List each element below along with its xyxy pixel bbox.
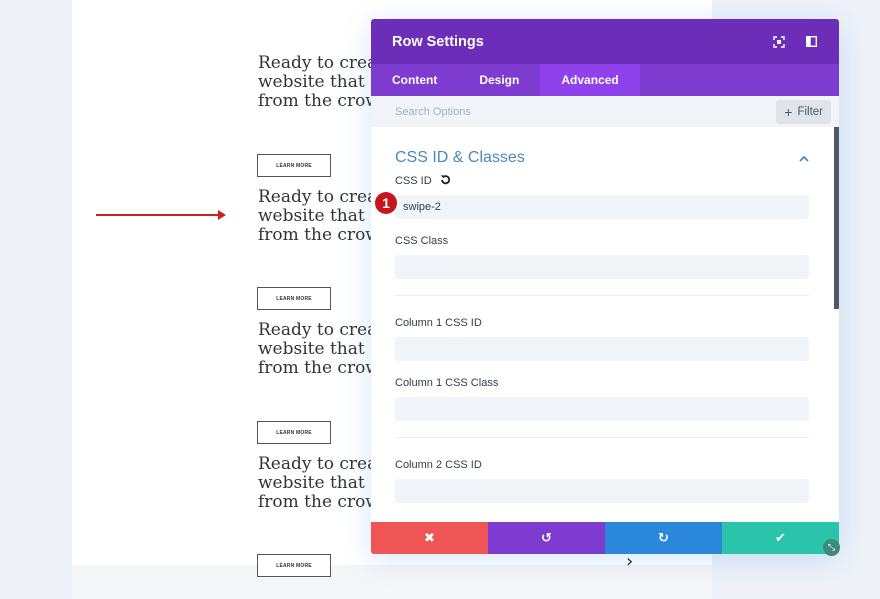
modal-title: Row Settings: [392, 33, 484, 50]
row-settings-modal: Row Settings Content Design Advanced + F…: [371, 19, 839, 554]
tab-advanced[interactable]: Advanced: [540, 64, 640, 96]
field-label: Column 2 CSS ID: [395, 459, 482, 471]
sidebar-layout-icon[interactable]: [804, 35, 818, 49]
promo-line: website that st: [258, 206, 378, 226]
promo-heading: Ready to creat website that st from the …: [258, 321, 378, 378]
tab-design[interactable]: Design: [458, 64, 540, 96]
tab-content[interactable]: Content: [371, 64, 458, 96]
column-1-css-class-field: Column 1 CSS Class: [395, 375, 809, 421]
filter-button[interactable]: + Filter: [776, 99, 831, 124]
css-id-field: CSS ID swipe-2 1: [375, 173, 809, 219]
column-1-css-id-input[interactable]: [395, 337, 809, 361]
promo-line: website that st: [258, 473, 378, 493]
promo-heading: Ready to creat website that st from the …: [258, 188, 378, 245]
css-id-label: CSS ID: [395, 175, 432, 187]
section-title: CSS ID & Classes: [395, 149, 525, 166]
modal-footer: ✖ ↺ ↻ ✔: [371, 522, 839, 554]
promo-line: Ready to creat: [258, 321, 378, 340]
section-toggle-css-id-classes[interactable]: CSS ID & Classes: [395, 127, 809, 173]
save-button[interactable]: ✔: [722, 522, 839, 554]
css-id-input[interactable]: swipe-2: [395, 195, 809, 219]
field-label: Column 1 CSS Class: [395, 377, 499, 389]
plus-icon: +: [784, 103, 793, 120]
check-icon: ✔: [775, 530, 786, 546]
promo-line: Ready to creat: [258, 54, 378, 73]
resize-handle-icon[interactable]: ⤡: [823, 539, 840, 556]
cancel-button[interactable]: ✖: [371, 522, 488, 554]
redo-icon: ↻: [658, 530, 669, 546]
promo-heading: Ready to creat website that st from the …: [258, 54, 378, 111]
settings-body: CSS ID & Classes CSS ID swipe-2 1 CSS Cl…: [371, 127, 839, 522]
field-label: CSS ID: [395, 173, 809, 189]
css-class-field: CSS Class: [395, 233, 809, 279]
promo-line: from the crow: [258, 358, 378, 378]
step-badge: 1: [375, 192, 397, 214]
promo-line: from the crow: [258, 91, 378, 111]
promo-line: website that st: [258, 339, 378, 359]
scrollbar[interactable]: [834, 127, 839, 309]
promo-heading: Ready to creat website that st from the …: [258, 455, 378, 512]
close-icon: ✖: [424, 530, 435, 546]
css-class-input[interactable]: [395, 255, 809, 279]
learn-more-button[interactable]: LEARN MORE: [257, 287, 331, 310]
annotation-arrow-icon: [96, 210, 226, 220]
slider-next-arrow-icon[interactable]: ›: [626, 551, 633, 572]
settings-tabs: Content Design Advanced: [371, 64, 839, 96]
column-2-css-id-input[interactable]: [395, 479, 809, 503]
search-bar: + Filter: [371, 96, 839, 127]
column-1-css-class-input[interactable]: [395, 397, 809, 421]
promo-line: from the crow: [258, 225, 378, 245]
chevron-up-icon: [799, 151, 809, 165]
reset-icon[interactable]: [440, 174, 451, 188]
column-2-css-id-field: Column 2 CSS ID: [395, 457, 809, 503]
fullscreen-icon[interactable]: [772, 35, 786, 49]
learn-more-button[interactable]: LEARN MORE: [257, 554, 331, 577]
promo-line: website that st: [258, 72, 378, 92]
search-options-input[interactable]: [395, 105, 777, 118]
learn-more-button[interactable]: LEARN MORE: [257, 154, 331, 177]
promo-line: Ready to creat: [258, 455, 378, 474]
filter-label: Filter: [797, 105, 823, 118]
undo-button[interactable]: ↺: [488, 522, 605, 554]
promo-line: from the crow: [258, 492, 378, 512]
column-1-css-id-field: Column 1 CSS ID: [395, 315, 809, 361]
next-section-background: [72, 565, 712, 599]
modal-header: Row Settings: [371, 19, 839, 64]
divider: [395, 295, 809, 296]
promo-line: Ready to creat: [258, 188, 378, 207]
redo-button[interactable]: ↻: [605, 522, 722, 554]
field-label: CSS Class: [395, 235, 449, 247]
undo-icon: ↺: [541, 530, 552, 546]
learn-more-button[interactable]: LEARN MORE: [257, 421, 331, 444]
field-label: Column 1 CSS ID: [395, 317, 482, 329]
divider: [395, 437, 809, 438]
